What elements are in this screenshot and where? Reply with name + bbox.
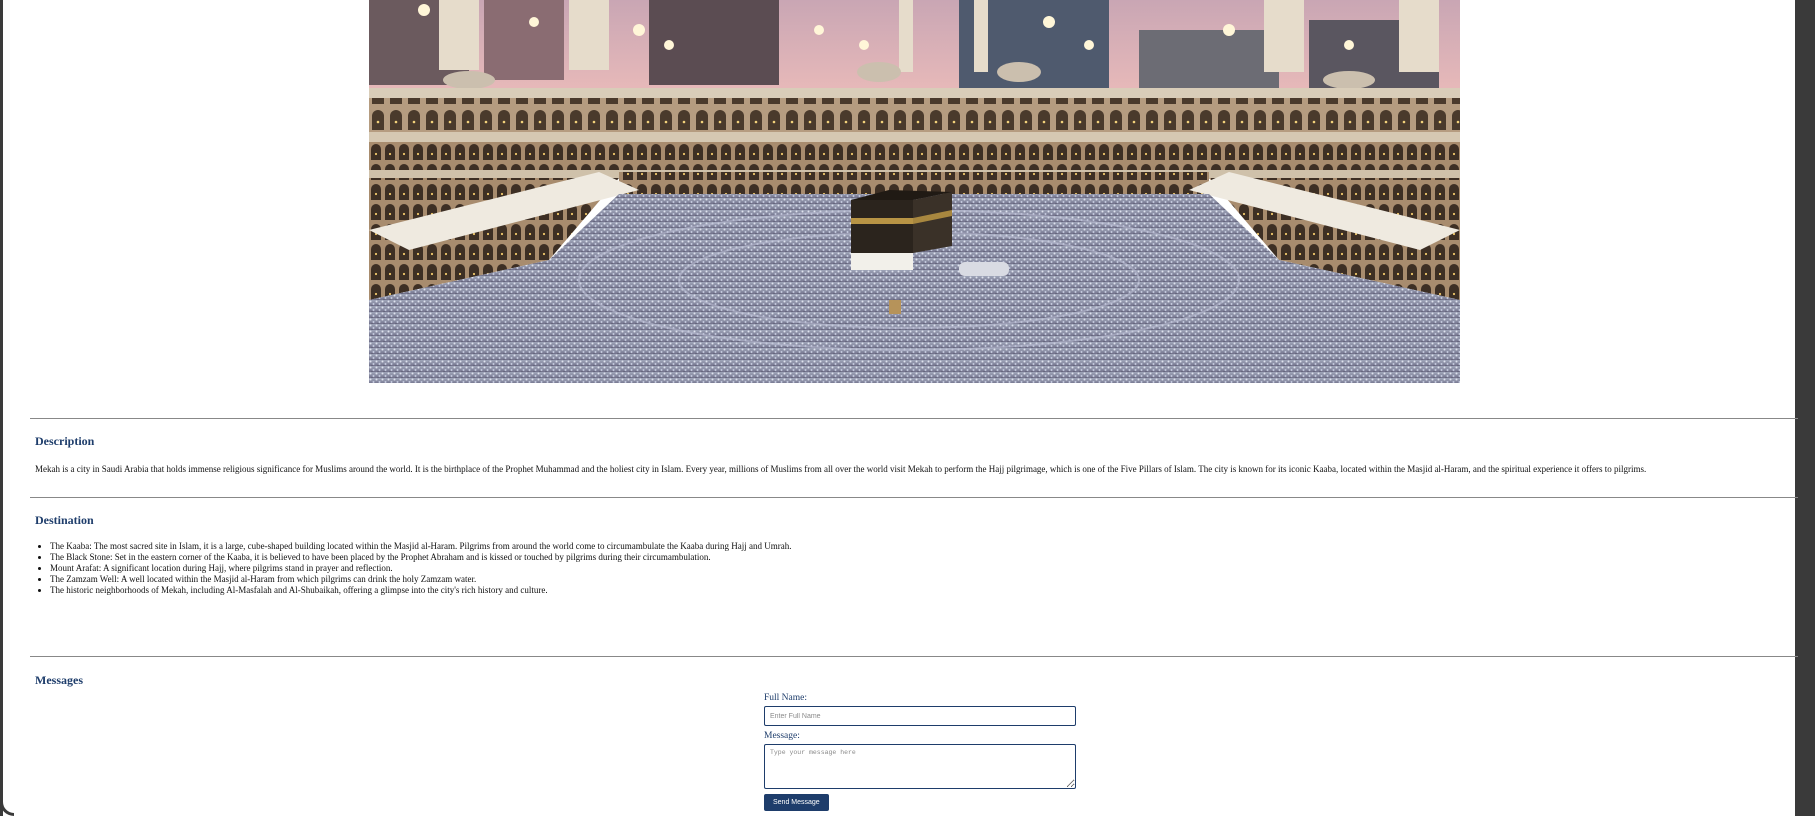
- window-frame-right: [1795, 0, 1815, 816]
- section-divider: [30, 418, 1798, 419]
- section-divider: [30, 497, 1798, 498]
- destination-item-black-stone: The Black Stone: Set in the eastern corn…: [50, 552, 791, 563]
- messages-heading: Messages: [35, 673, 83, 687]
- section-divider: [30, 656, 1798, 657]
- full-name-label: Full Name:: [764, 693, 808, 703]
- destination-list: The Kaaba: The most sacred site in Islam…: [35, 541, 791, 596]
- destination-item-kaaba: The Kaaba: The most sacred site in Islam…: [50, 541, 791, 552]
- message-form: Full Name: Message: Send Message: [764, 693, 1078, 811]
- hero-image: [369, 0, 1460, 383]
- destination-heading: Destination: [35, 513, 94, 527]
- full-name-input[interactable]: [764, 706, 1076, 726]
- destination-item-historic-neighborhoods: The historic neighborhoods of Mekah, inc…: [50, 585, 791, 596]
- destination-item-mount-arafat: Mount Arafat: A significant location dur…: [50, 563, 791, 574]
- send-message-button[interactable]: Send Message: [764, 794, 829, 811]
- destination-item-zamzam-well: The Zamzam Well: A well located within t…: [50, 574, 791, 585]
- description-text: Mekah is a city in Saudi Arabia that hol…: [35, 464, 1647, 474]
- message-label: Message:: [764, 731, 800, 741]
- message-textarea[interactable]: [764, 744, 1076, 789]
- window-frame-left: [0, 0, 3, 816]
- description-heading: Description: [35, 434, 95, 448]
